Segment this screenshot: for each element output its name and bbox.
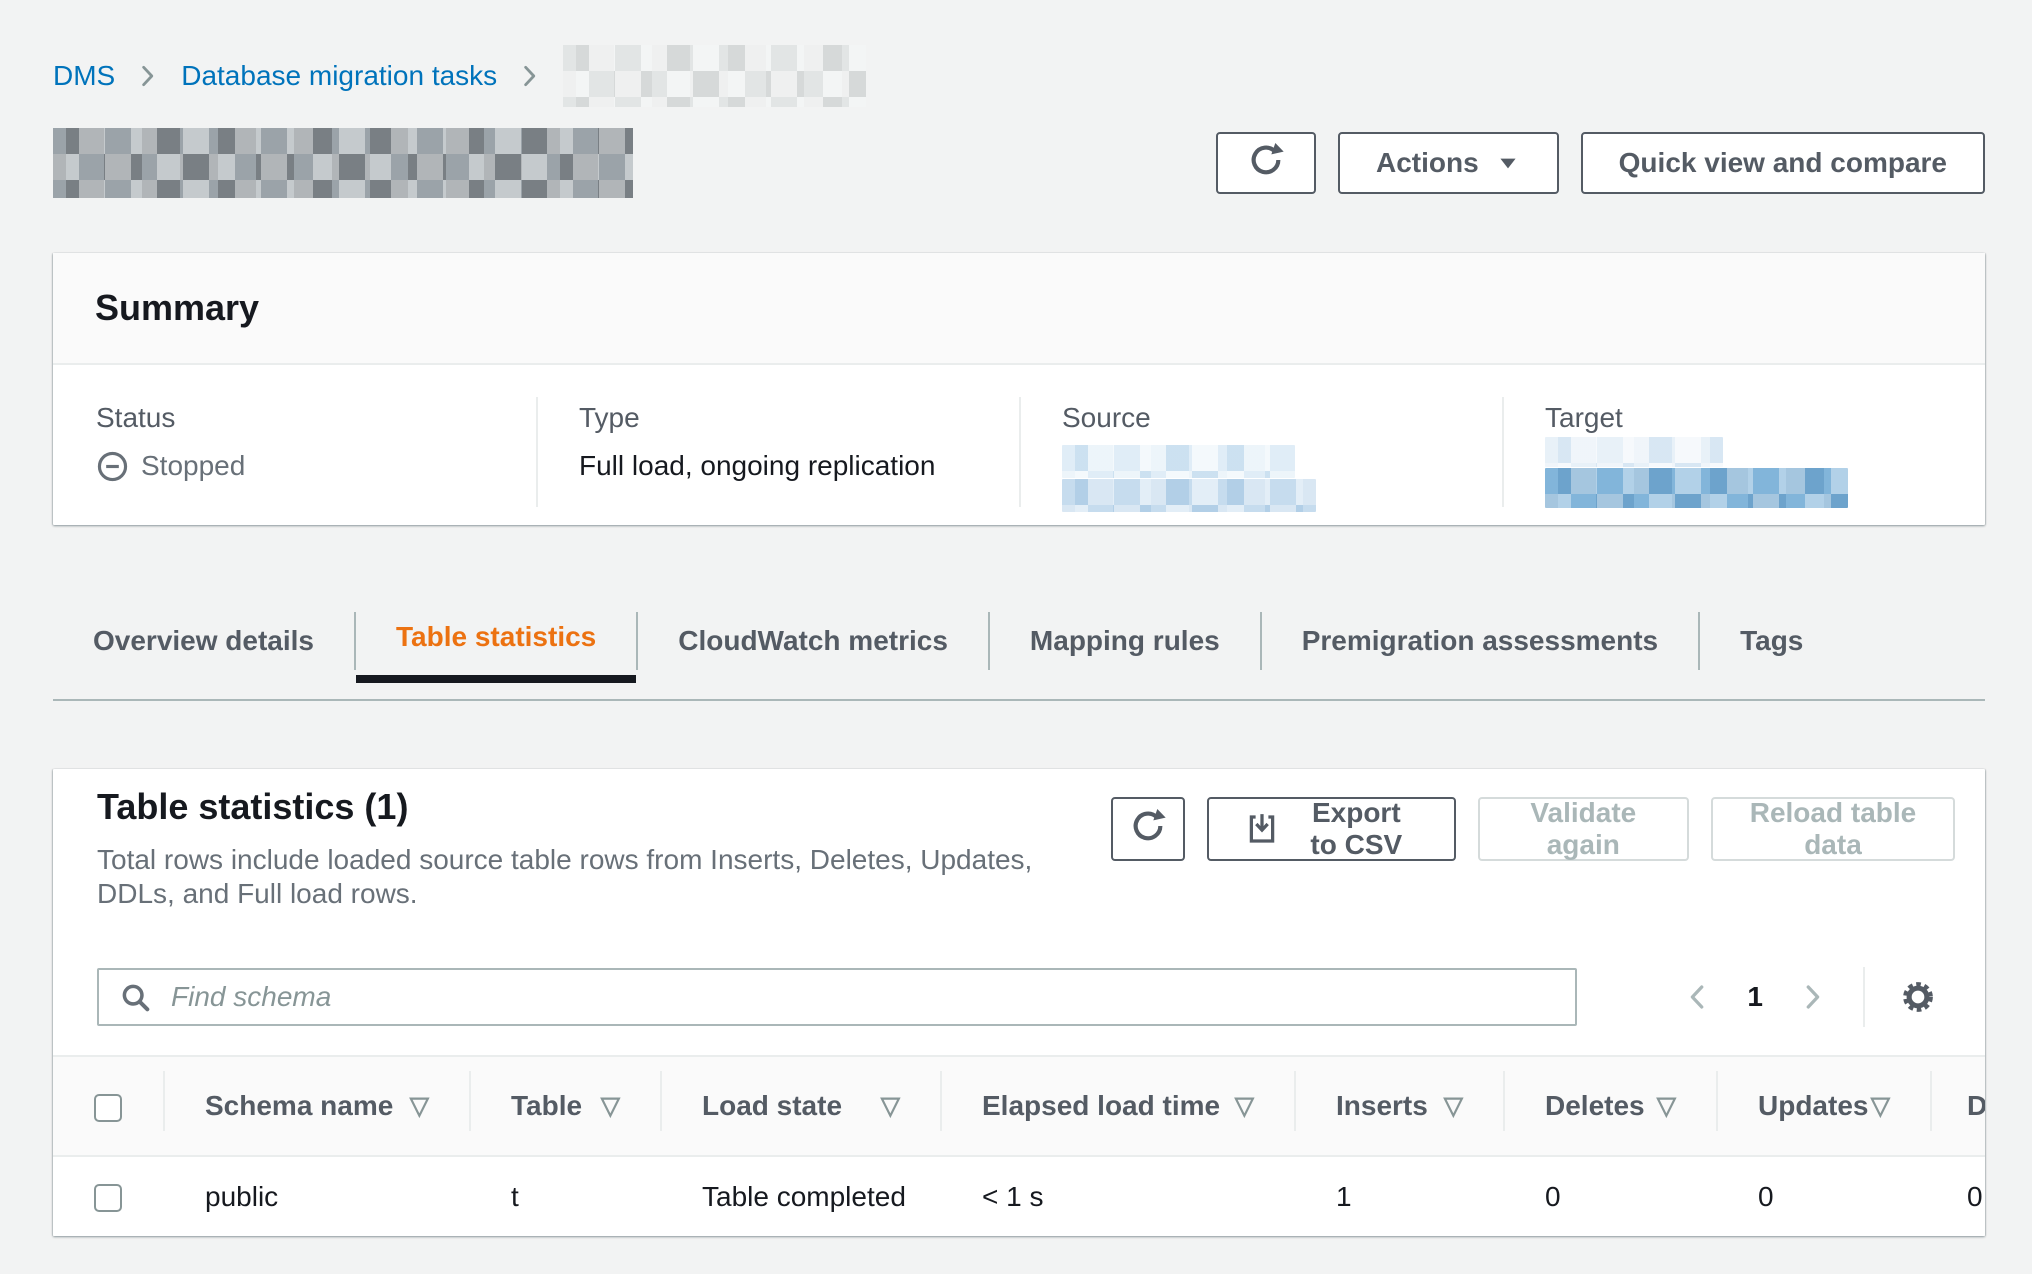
validate-again-button[interactable]: Validate again [1478,797,1689,861]
table-settings-button[interactable] [1895,974,1941,1020]
caret-down-icon [1495,150,1521,176]
tab-premigration-assessments[interactable]: Premigration assessments [1262,599,1698,683]
table-row[interactable]: public t Table completed < 1 s 1 0 0 0 [53,1156,1985,1236]
source-value-redacted [1062,479,1316,512]
table-card-header: Table statistics (1) Total rows include … [53,769,1985,911]
task-tabs: Overview details Table statistics CloudW… [53,599,1985,701]
table-header-row: Schema name▽ Table▽ Load state▽ Elapsed … [53,1056,1985,1156]
cell-schema-name: public [163,1156,469,1236]
cell-load-state: Table completed [660,1156,940,1236]
tab-list: Overview details Table statistics CloudW… [53,599,1985,683]
column-header-ddls[interactable]: DDLs▽ [1930,1056,1985,1156]
stopped-minus-circle-icon [96,450,129,483]
cell-ddls: 0 [1930,1156,1985,1236]
refresh-button[interactable] [1216,132,1316,194]
column-header-load-state[interactable]: Load state▽ [660,1056,940,1156]
download-icon [1245,812,1279,846]
breadcrumb-task-name-redacted [563,45,866,107]
export-to-csv-button[interactable]: Export to CSV [1207,797,1456,861]
pagination-divider [1863,967,1865,1027]
actions-button[interactable]: Actions [1338,132,1559,194]
tab-cloudwatch-metrics[interactable]: CloudWatch metrics [638,599,988,683]
table-statistics-table: Schema name▽ Table▽ Load state▽ Elapsed … [53,1055,1985,1236]
cell-elapsed-load-time: < 1 s [940,1156,1294,1236]
tabs-bottom-rule [53,699,1985,701]
breadcrumb-dms-link[interactable]: DMS [53,60,115,92]
page-header-actions: Actions Quick view and compare [1216,132,1985,194]
target-value-redacted [1545,437,1723,467]
status-value: Stopped [96,449,516,483]
table-statistics-card: Table statistics (1) Total rows include … [53,769,1985,1236]
schema-search [97,968,1577,1026]
sort-icon[interactable]: ▽ [601,1094,620,1119]
table-scroll-container[interactable]: Schema name▽ Table▽ Load state▽ Elapsed … [53,1055,1985,1236]
table-statistics-title: Table statistics (1) [97,785,1111,829]
column-header-inserts[interactable]: Inserts▽ [1294,1056,1503,1156]
breadcrumb-chevron-icon [135,61,161,91]
select-all-checkbox[interactable] [94,1094,122,1122]
gear-icon [1899,978,1937,1016]
table-statistics-description: Total rows include loaded source table r… [97,843,1111,911]
chevron-left-icon [1683,980,1713,1014]
tab-tags[interactable]: Tags [1700,599,1843,683]
breadcrumb: DMS Database migration tasks [53,44,1985,108]
quick-view-and-compare-button[interactable]: Quick view and compare [1581,132,1985,194]
column-header-deletes[interactable]: Deletes▽ [1503,1056,1716,1156]
cell-inserts: 1 [1294,1156,1503,1236]
refresh-icon [1246,140,1286,187]
source-label: Source [1062,401,1482,435]
chevron-right-icon [1797,980,1827,1014]
pagination: 1 [1677,967,1941,1027]
summary-card: Summary Status Stopped Type Full load, o… [53,253,1985,525]
current-page-number[interactable]: 1 [1747,981,1763,1013]
table-refresh-button[interactable] [1111,797,1185,861]
next-page-button[interactable] [1791,980,1833,1014]
column-header-elapsed-load-time[interactable]: Elapsed load time▽ [940,1056,1294,1156]
refresh-icon [1128,806,1168,853]
target-label: Target [1545,401,1965,435]
dms-task-page: DMS Database migration tasks Actions [0,44,2032,1236]
cell-table: t [469,1156,660,1236]
page-title-redacted [53,128,633,198]
find-schema-input[interactable] [97,968,1577,1026]
summary-title: Summary [95,286,1943,330]
sort-icon[interactable]: ▽ [410,1094,429,1119]
summary-card-header: Summary [53,253,1985,365]
previous-page-button[interactable] [1677,980,1719,1014]
summary-field-status: Status Stopped [53,365,536,525]
breadcrumb-chevron-icon [517,61,543,91]
summary-field-source: Source [1019,365,1502,525]
column-header-table[interactable]: Table▽ [469,1056,660,1156]
sort-icon[interactable]: ▽ [1657,1094,1676,1119]
cell-updates: 0 [1716,1156,1930,1236]
type-label: Type [579,401,999,435]
sort-icon[interactable]: ▽ [1235,1094,1254,1119]
type-value: Full load, ongoing replication [579,449,999,483]
reload-table-data-button[interactable]: Reload table data [1711,797,1955,861]
summary-card-body: Status Stopped Type Full load, ongoing r… [53,365,1985,525]
breadcrumb-tasks-link[interactable]: Database migration tasks [181,60,497,92]
cell-deletes: 0 [1503,1156,1716,1236]
tab-mapping-rules[interactable]: Mapping rules [990,599,1260,683]
column-header-updates[interactable]: Updates▽ [1716,1056,1930,1156]
status-label: Status [96,401,516,435]
table-card-heading-group: Table statistics (1) Total rows include … [97,785,1111,911]
row-checkbox[interactable] [94,1184,122,1212]
table-toolbar: 1 [97,968,1941,1026]
sort-icon[interactable]: ▽ [881,1094,900,1119]
tab-table-statistics[interactable]: Table statistics [356,599,636,683]
target-value-redacted [1545,468,1848,508]
sort-icon[interactable]: ▽ [1444,1094,1463,1119]
summary-field-target: Target [1502,365,1985,525]
table-card-actions: Export to CSV Validate again Reload tabl… [1111,797,1955,861]
page-header: Actions Quick view and compare [53,128,1985,198]
sort-icon[interactable]: ▽ [1871,1094,1890,1119]
column-header-schema-name[interactable]: Schema name▽ [163,1056,469,1156]
summary-field-type: Type Full load, ongoing replication [536,365,1019,525]
source-value-redacted [1062,445,1295,478]
tab-overview-details[interactable]: Overview details [53,599,354,683]
